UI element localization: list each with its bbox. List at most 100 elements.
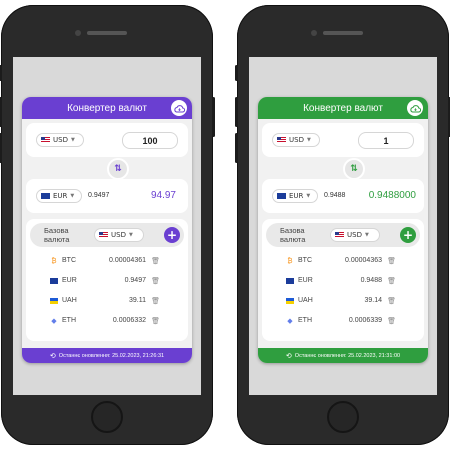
list-item: ₿ BTC 0.00004361 🗑 bbox=[26, 254, 188, 268]
app-title: Конвертер валют bbox=[303, 102, 383, 114]
currency-code: UAH bbox=[298, 297, 313, 304]
ua-flag-icon bbox=[50, 297, 58, 305]
to-currency-box: EUR ▼ 0.9497 94.97 bbox=[26, 179, 188, 213]
from-amount-input[interactable]: 100 bbox=[122, 132, 178, 149]
swap-currencies-button[interactable]: ⇅ bbox=[343, 158, 365, 180]
home-button bbox=[91, 401, 123, 433]
add-currency-button[interactable]: + bbox=[164, 227, 180, 243]
last-update-footer: ⟲ Останнє оновлення: 25.02.2023, 21:31:0… bbox=[258, 348, 428, 363]
trash-icon[interactable]: 🗑 bbox=[151, 257, 160, 265]
earpiece-speaker bbox=[323, 31, 363, 35]
currency-code: BTC bbox=[62, 257, 76, 264]
last-update-text: Останнє оновлення: 25.02.2023, 21:31:00 bbox=[294, 352, 401, 359]
swap-arrows-icon: ⇅ bbox=[350, 164, 358, 174]
last-update-text: Останнє оновлення: 25.02.2023, 21:26:31 bbox=[58, 352, 165, 359]
converter-card: Конвертер валют USD ▼ 1 ⇅ EUR ▼ 0.9488 0… bbox=[258, 97, 428, 363]
phone-screen: Конвертер валют USD ▼ 100 ⇅ EUR ▼ 0.9497… bbox=[13, 57, 201, 395]
from-currency-box: USD ▼ 100 bbox=[26, 123, 188, 157]
trash-icon[interactable]: 🗑 bbox=[387, 317, 396, 325]
base-currency-box: Базова валюта USD ▼ + ₿ BTC 0.00004361 🗑 bbox=[26, 219, 188, 341]
phone-frame-left: Конвертер валют USD ▼ 100 ⇅ EUR ▼ 0.9497… bbox=[0, 5, 215, 445]
currency-value: 39.11 bbox=[129, 297, 146, 304]
history-icon: ⟲ bbox=[49, 352, 56, 360]
conversion-result: 94.97 bbox=[150, 190, 176, 201]
currency-value: 0.00004363 bbox=[345, 257, 382, 264]
add-currency-button[interactable]: + bbox=[400, 227, 416, 243]
currency-code: UAH bbox=[62, 297, 77, 304]
to-currency-code: EUR bbox=[289, 192, 304, 200]
from-currency-code: USD bbox=[289, 136, 304, 144]
us-flag-icon bbox=[99, 232, 108, 238]
trash-icon[interactable]: 🗑 bbox=[151, 317, 160, 325]
to-currency-box: EUR ▼ 0.9488 0.9488000 bbox=[262, 179, 424, 213]
chevron-down-icon: ▼ bbox=[70, 137, 75, 143]
app-title: Конвертер валют bbox=[67, 102, 147, 114]
base-currency-label: Базова валюта bbox=[44, 226, 70, 244]
mute-switch bbox=[235, 65, 238, 81]
to-currency-select[interactable]: EUR ▼ bbox=[36, 189, 82, 203]
base-currency-box: Базова валюта USD ▼ + ₿ BTC 0.00004363 🗑 bbox=[262, 219, 424, 341]
chevron-down-icon: ▼ bbox=[364, 232, 369, 238]
list-item: ◆ ETH 0.0006332 🗑 bbox=[26, 314, 188, 328]
to-currency-code: EUR bbox=[53, 192, 68, 200]
phone-frame-right: Конвертер валют USD ▼ 1 ⇅ EUR ▼ 0.9488 0… bbox=[235, 5, 450, 445]
front-camera bbox=[75, 30, 81, 36]
bitcoin-icon: ₿ bbox=[51, 257, 57, 265]
currency-code: EUR bbox=[298, 277, 313, 284]
trash-icon[interactable]: 🗑 bbox=[387, 257, 396, 265]
from-currency-code: USD bbox=[53, 136, 68, 144]
exchange-rate: 0.9488 bbox=[324, 192, 346, 199]
swap-currencies-button[interactable]: ⇅ bbox=[107, 158, 129, 180]
currency-value: 39.14 bbox=[364, 297, 382, 304]
base-currency-bar: Базова валюта USD ▼ + bbox=[30, 223, 184, 247]
from-currency-select[interactable]: USD ▼ bbox=[272, 133, 320, 147]
home-button bbox=[327, 401, 359, 433]
exchange-rate: 0.9497 bbox=[88, 192, 110, 199]
chevron-down-icon: ▼ bbox=[306, 137, 311, 143]
trash-icon[interactable]: 🗑 bbox=[387, 277, 396, 285]
from-currency-box: USD ▼ 1 bbox=[262, 123, 424, 157]
trash-icon[interactable]: 🗑 bbox=[151, 277, 160, 285]
phone-screen: Конвертер валют USD ▼ 1 ⇅ EUR ▼ 0.9488 0… bbox=[249, 57, 437, 395]
chevron-down-icon: ▼ bbox=[70, 193, 75, 199]
currency-value: 0.0006339 bbox=[348, 317, 382, 324]
currency-code: ETH bbox=[298, 317, 312, 324]
currency-code: EUR bbox=[62, 277, 77, 284]
list-item: EUR 0.9497 🗑 bbox=[26, 274, 188, 288]
history-icon: ⟲ bbox=[285, 352, 292, 360]
card-header: Конвертер валют bbox=[22, 97, 192, 119]
card-header: Конвертер валют bbox=[258, 97, 428, 119]
volume-down-button bbox=[235, 133, 238, 163]
from-amount-input[interactable]: 1 bbox=[358, 132, 414, 149]
currency-value: 0.9488 bbox=[360, 277, 382, 284]
base-currency-code: USD bbox=[111, 231, 126, 239]
trash-icon[interactable]: 🗑 bbox=[151, 297, 160, 305]
ua-flag-icon bbox=[286, 297, 294, 305]
currency-value: 0.0006332 bbox=[112, 317, 146, 324]
cloud-sync-icon[interactable] bbox=[407, 100, 423, 116]
list-item: ₿ BTC 0.00004363 🗑 bbox=[262, 254, 424, 268]
to-currency-select[interactable]: EUR ▼ bbox=[272, 189, 318, 203]
from-currency-select[interactable]: USD ▼ bbox=[36, 133, 84, 147]
eu-flag-icon bbox=[277, 193, 286, 199]
earpiece-speaker bbox=[87, 31, 127, 35]
volume-down-button bbox=[0, 133, 2, 163]
base-currency-bar: Базова валюта USD ▼ + bbox=[266, 223, 420, 247]
eu-flag-icon bbox=[41, 193, 50, 199]
list-item: UAH 39.14 🗑 bbox=[262, 294, 424, 308]
bitcoin-icon: ₿ bbox=[287, 257, 293, 265]
volume-up-button bbox=[0, 97, 2, 127]
currency-value: 0.9497 bbox=[124, 277, 146, 284]
swap-arrows-icon: ⇅ bbox=[114, 164, 122, 174]
ethereum-icon: ◆ bbox=[51, 318, 57, 325]
us-flag-icon bbox=[41, 137, 50, 143]
base-currency-select[interactable]: USD ▼ bbox=[94, 228, 144, 242]
list-item: UAH 39.11 🗑 bbox=[26, 294, 188, 308]
base-currency-select[interactable]: USD ▼ bbox=[330, 228, 380, 242]
chevron-down-icon: ▼ bbox=[306, 193, 311, 199]
trash-icon[interactable]: 🗑 bbox=[387, 297, 396, 305]
list-item: EUR 0.9488 🗑 bbox=[262, 274, 424, 288]
cloud-sync-icon[interactable] bbox=[171, 100, 187, 116]
ethereum-icon: ◆ bbox=[287, 318, 293, 325]
us-flag-icon bbox=[277, 137, 286, 143]
